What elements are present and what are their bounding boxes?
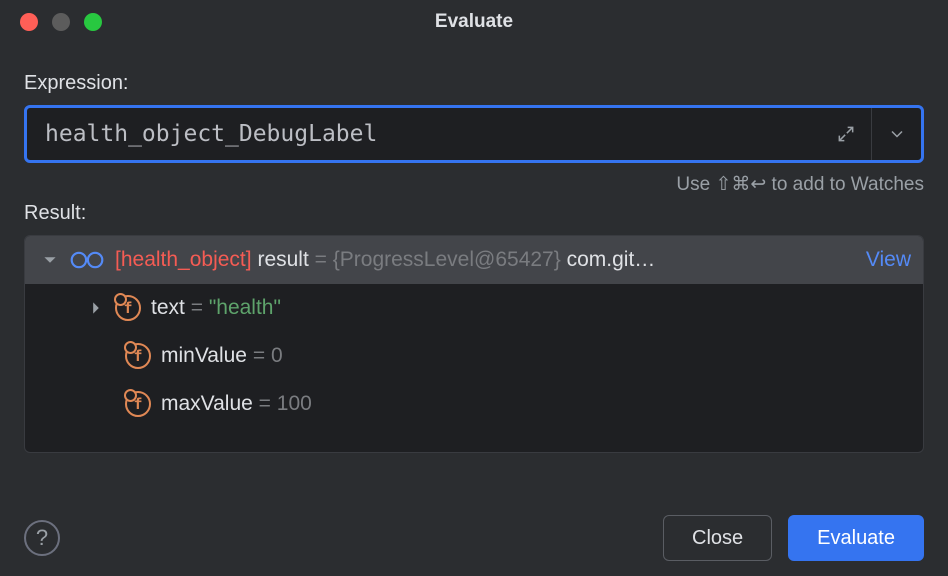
titlebar: Evaluate bbox=[0, 0, 948, 44]
field-name: minValue bbox=[161, 344, 247, 367]
field-name: maxValue bbox=[161, 392, 253, 415]
close-button[interactable]: Close bbox=[663, 515, 772, 561]
window-minimize-button[interactable] bbox=[52, 13, 70, 31]
field-name: text bbox=[151, 296, 185, 319]
equals-sign: = bbox=[259, 392, 271, 415]
result-root-row[interactable]: [health_object] result = {ProgressLevel@… bbox=[25, 236, 923, 284]
var-name: result bbox=[257, 248, 308, 271]
field-icon: f bbox=[115, 295, 141, 321]
debug-mark: [health_object] bbox=[115, 248, 252, 271]
history-dropdown-icon[interactable] bbox=[871, 108, 921, 160]
window-close-button[interactable] bbox=[20, 13, 38, 31]
equals-sign: = bbox=[315, 248, 327, 271]
field-icon: f bbox=[125, 343, 151, 369]
type-info: {ProgressLevel@65427} bbox=[333, 248, 561, 271]
glasses-icon bbox=[69, 249, 105, 271]
field-value: 100 bbox=[277, 392, 312, 415]
field-row-min[interactable]: f minValue = 0 bbox=[25, 332, 923, 380]
result-label: Result: bbox=[24, 202, 924, 225]
expand-icon[interactable] bbox=[821, 108, 871, 160]
chevron-right-icon[interactable] bbox=[87, 301, 105, 315]
field-icon: f bbox=[125, 391, 151, 417]
shortcut-hint: Use ⇧⌘↩ to add to Watches bbox=[24, 173, 924, 196]
expression-input[interactable] bbox=[27, 108, 821, 160]
to-string-tail: com.git… bbox=[567, 248, 656, 271]
window-maximize-button[interactable] bbox=[84, 13, 102, 31]
window-title: Evaluate bbox=[18, 11, 930, 33]
result-tree: [health_object] result = {ProgressLevel@… bbox=[24, 235, 924, 453]
evaluate-button[interactable]: Evaluate bbox=[788, 515, 924, 561]
expression-input-row bbox=[24, 105, 924, 163]
expression-label: Expression: bbox=[24, 72, 924, 95]
field-row-text[interactable]: f text = "health" bbox=[25, 284, 923, 332]
chevron-down-icon[interactable] bbox=[41, 253, 59, 267]
equals-sign: = bbox=[191, 296, 203, 319]
view-link[interactable]: View bbox=[866, 248, 911, 272]
field-value: 0 bbox=[271, 344, 283, 367]
equals-sign: = bbox=[253, 344, 265, 367]
help-button[interactable]: ? bbox=[24, 520, 60, 556]
bottom-bar: ? Close Evaluate bbox=[0, 500, 948, 576]
traffic-lights bbox=[20, 13, 102, 31]
field-value: "health" bbox=[209, 296, 281, 319]
field-row-max[interactable]: f maxValue = 100 bbox=[25, 380, 923, 428]
